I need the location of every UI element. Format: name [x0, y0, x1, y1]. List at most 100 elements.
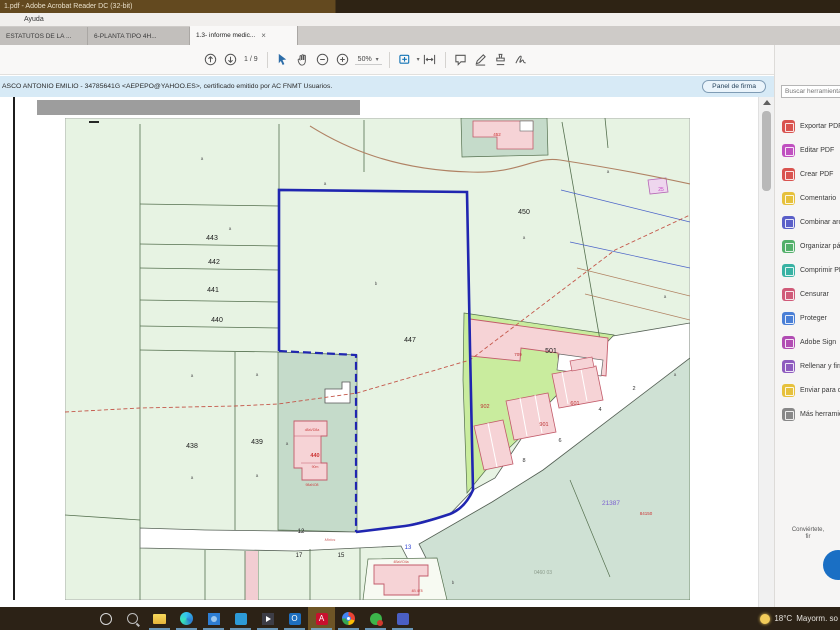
tool-icon	[782, 264, 795, 277]
tool-item-m-s-herramientas[interactable]: Más herramientas	[782, 406, 840, 422]
taskbar-app-remote[interactable]	[362, 607, 389, 630]
remote-icon	[370, 613, 382, 625]
tool-item-adobe-sign[interactable]: Adobe Sign	[782, 334, 840, 350]
tool-icon	[782, 120, 795, 133]
signature-panel-button[interactable]: Panel de firma	[702, 80, 766, 93]
photos-icon	[208, 613, 220, 625]
map-label: 4BaVO4a	[393, 560, 408, 564]
taskbar-app-movies[interactable]	[254, 607, 281, 630]
tool-item-organizar-p-ginas[interactable]: Organizar páginas	[782, 238, 840, 254]
map-label: 447	[404, 337, 416, 344]
cortana-icon	[100, 613, 112, 625]
highlight-pen-icon[interactable]	[471, 50, 491, 70]
download-icon[interactable]	[220, 50, 240, 70]
taskbar-app-acrobat[interactable]: A	[308, 607, 335, 630]
tool-item-editar-pdf[interactable]: Editar PDF	[782, 142, 840, 158]
taskbar-app-photos[interactable]	[200, 607, 227, 630]
taskbar-app-teams[interactable]	[389, 607, 416, 630]
hand-tool-icon[interactable]	[293, 50, 313, 70]
cadastral-map-page[interactable]: 4434424414404384394474505017099029016012…	[65, 118, 690, 600]
map-label: 84150	[640, 511, 653, 516]
vertical-scrollbar[interactable]	[758, 97, 774, 607]
chevron-down-icon: ▾	[376, 57, 379, 63]
tool-item-censurar[interactable]: Censurar	[782, 286, 840, 302]
taskbar-app-search[interactable]	[119, 607, 146, 630]
page-current: 1	[244, 56, 248, 63]
window-title: 1.pdf - Adobe Acrobat Reader DC (32-bit)	[4, 3, 132, 10]
taskbar-app-edge[interactable]	[173, 607, 200, 630]
tab-1[interactable]: 6-PLANTA TIPO 4H...	[88, 27, 190, 45]
map-label: 2	[632, 386, 635, 392]
bottom-pink-strip	[246, 551, 259, 600]
map-label: 440	[310, 453, 319, 459]
scroll-up-arrow-icon[interactable]	[763, 100, 771, 105]
page-indicator[interactable]: 1 / 9	[244, 56, 258, 63]
map-label: 442	[208, 259, 220, 266]
taskbar-app-outlook[interactable]: O	[281, 607, 308, 630]
tab-label: 6-PLANTA TIPO 4H...	[94, 33, 157, 40]
tool-item-comprimir-pdf[interactable]: Comprimir PDF	[782, 262, 840, 278]
taskbar-app-chrome[interactable]	[335, 607, 362, 630]
tab-2[interactable]: 1.3- informe medic... ×	[190, 26, 298, 45]
comment-icon[interactable]	[451, 50, 471, 70]
search-input[interactable]	[781, 85, 840, 98]
page-total: 9	[254, 56, 258, 63]
sign-scribble-icon[interactable]	[511, 50, 531, 70]
taskbar-weather[interactable]: 18°C Mayorm. so	[760, 607, 838, 630]
signature-info-bar: ASCO ANTONIO EMILIO - 34785641G <AEPEPO@…	[0, 76, 774, 98]
map-label: Mirlos	[325, 537, 336, 542]
map-label: 13	[405, 545, 412, 551]
map-label: 4	[598, 407, 601, 413]
tool-item-crear-pdf[interactable]: Crear PDF	[782, 166, 840, 182]
tool-item-proteger[interactable]: Proteger	[782, 310, 840, 326]
tool-label: Comprimir PDF	[800, 267, 840, 274]
weather-desc: Mayorm. so	[796, 614, 838, 623]
tool-label: Censurar	[800, 291, 829, 298]
tool-item-enviar-para-comentarios[interactable]: Enviar para comentarios	[782, 382, 840, 398]
page-edge-line	[13, 97, 15, 600]
outlook-icon: O	[289, 613, 301, 625]
vertical-scrollbar-thumb[interactable]	[762, 111, 771, 191]
tool-label: Más herramientas	[800, 411, 840, 418]
zoom-level-select[interactable]: 50% ▾	[355, 55, 382, 65]
map-label: 4B 478	[411, 589, 422, 593]
document-viewport[interactable]: 4434424414404384394474505017099029016012…	[0, 97, 758, 600]
tool-item-exportar-pdf[interactable]: Exportar PDF	[782, 118, 840, 134]
map-label: 17	[296, 553, 303, 559]
map-label: 21387	[602, 500, 620, 507]
taskbar-app-store[interactable]	[227, 607, 254, 630]
fit-width-icon[interactable]	[420, 50, 440, 70]
tab-close-icon[interactable]: ×	[261, 31, 266, 40]
map-label: 501	[545, 348, 557, 355]
menu-item-ayuda[interactable]: Ayuda	[24, 16, 44, 23]
tool-label: Combinar archivos	[800, 219, 840, 226]
tab-0[interactable]: ESTATUTOS DE LA ...	[0, 27, 88, 45]
search-icon	[127, 613, 138, 624]
promo-text: Conviértete, fir	[775, 527, 840, 541]
tools-panel: Exportar PDF Editar PDF Crear PDF Comentari…	[774, 45, 840, 607]
tool-item-combinar-archivos[interactable]: Combinar archivos	[782, 214, 840, 230]
tool-label: Rellenar y firmar	[800, 363, 840, 370]
marquee-zoom-icon[interactable]	[395, 50, 415, 70]
promo-button[interactable]	[823, 550, 840, 580]
movies-icon	[262, 613, 274, 625]
map-label: 438	[186, 443, 198, 450]
tool-label: Editar PDF	[800, 147, 834, 154]
taskbar-app-cortana[interactable]	[92, 607, 119, 630]
map-label: 709	[514, 352, 522, 357]
share-icon[interactable]	[200, 50, 220, 70]
zoom-in-icon[interactable]	[333, 50, 353, 70]
tool-item-comentario[interactable]: Comentario	[782, 190, 840, 206]
zoom-out-icon[interactable]	[313, 50, 333, 70]
taskbar-app-file-explorer[interactable]	[146, 607, 173, 630]
tool-item-rellenar-y-firmar[interactable]: Rellenar y firmar	[782, 358, 840, 374]
taskbar-apps: OA	[92, 607, 416, 630]
stamp-icon[interactable]	[491, 50, 511, 70]
map-label: 439	[251, 439, 263, 446]
tool-icon	[782, 288, 795, 301]
map-label: 601	[570, 401, 579, 407]
toolbar-separator	[267, 52, 268, 68]
select-pointer-icon[interactable]	[273, 50, 293, 70]
tool-icon	[782, 216, 795, 229]
tab-label: 1.3- informe medic...	[196, 32, 255, 39]
